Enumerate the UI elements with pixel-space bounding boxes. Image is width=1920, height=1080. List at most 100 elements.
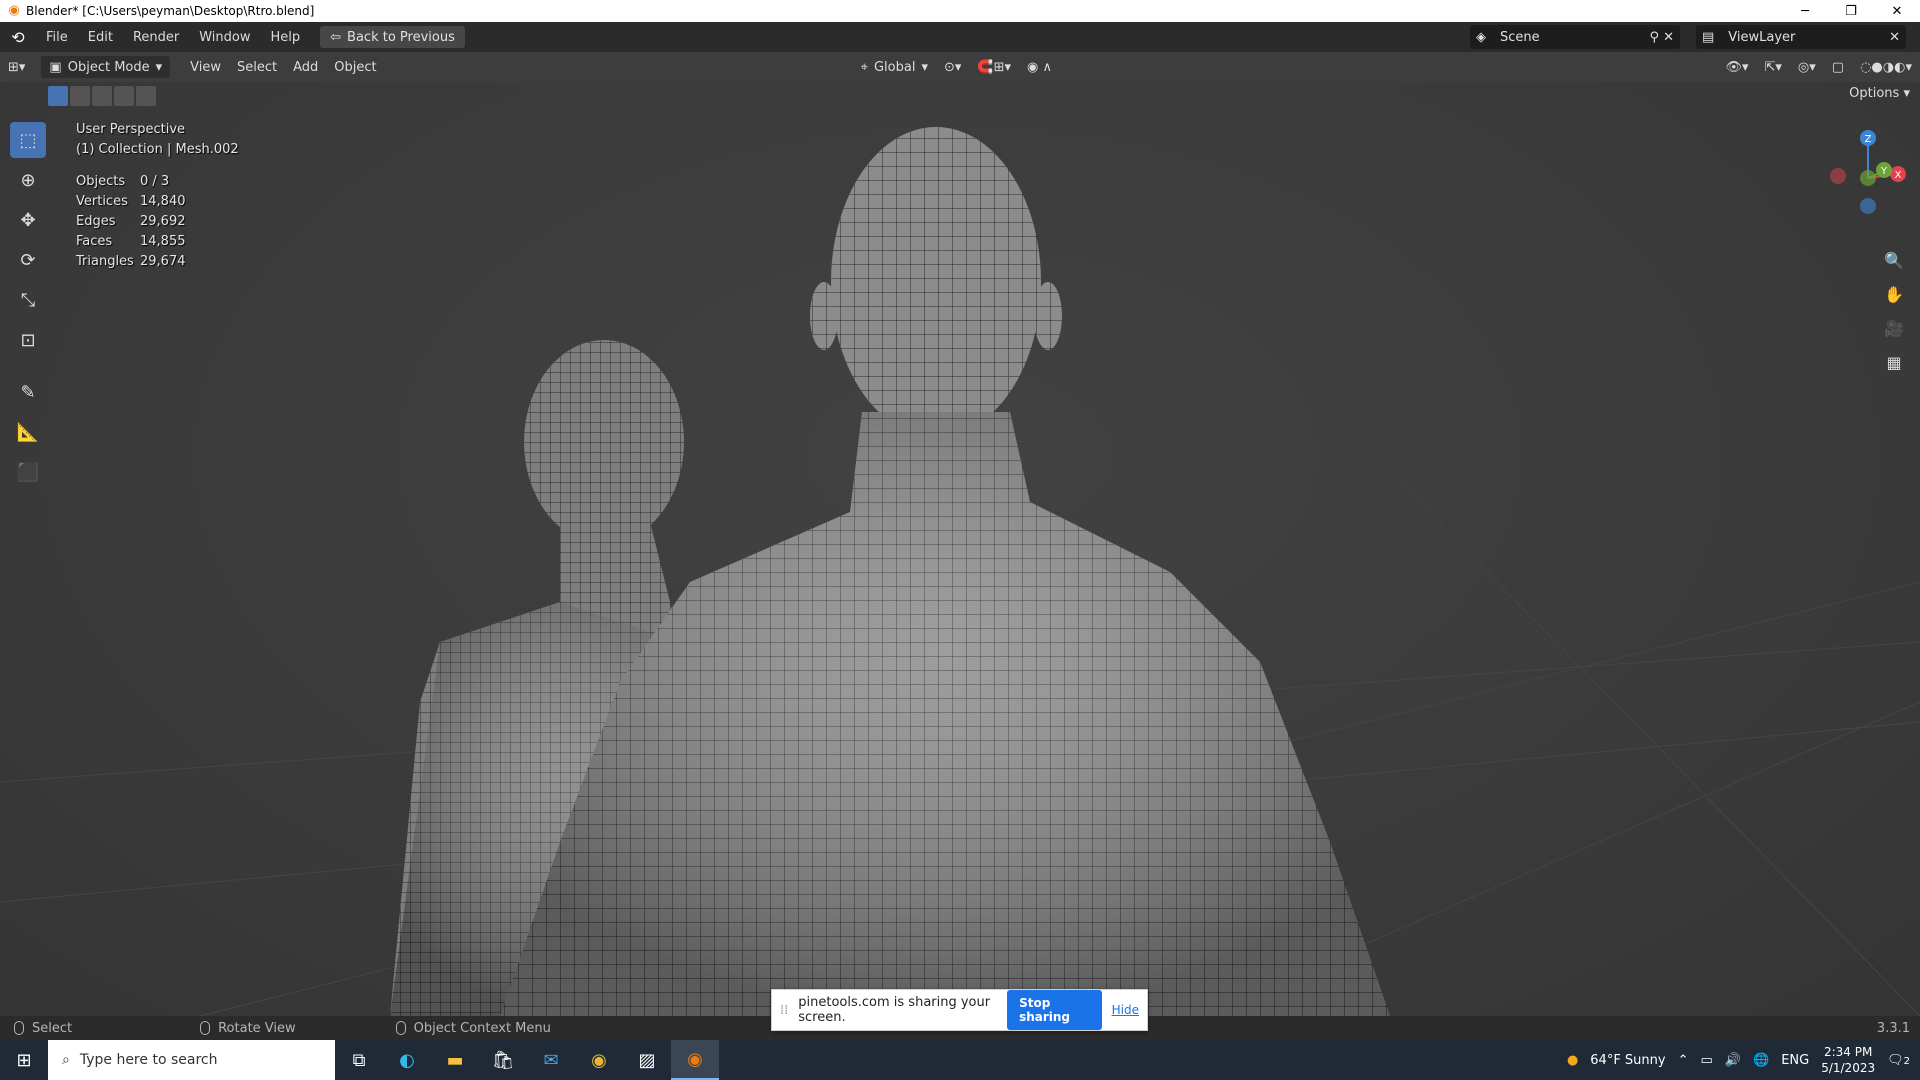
back-to-previous-button[interactable]: ⇦ Back to Previous	[320, 26, 465, 48]
menu-object[interactable]: Object	[326, 56, 384, 78]
screen-share-banner: ⁞⁞ pinetools.com is sharing your screen.…	[771, 989, 1148, 1031]
task-view-icon[interactable]: ⧉	[335, 1040, 383, 1080]
y-axis-label: Y	[1880, 166, 1888, 177]
restore-button[interactable]: ❐	[1828, 0, 1874, 22]
menu-edit[interactable]: Edit	[78, 22, 123, 52]
gizmo-toggle-icon[interactable]: ⇱▾	[1757, 56, 1790, 78]
snap-icon[interactable]: 🧲⊞▾	[969, 56, 1019, 78]
menu-select[interactable]: Select	[229, 56, 285, 78]
menu-window[interactable]: Window	[189, 22, 260, 52]
mode-selector[interactable]: ▣ Object Mode ▾	[41, 56, 171, 78]
stat-value: 0 / 3	[140, 174, 170, 189]
back-label: Back to Previous	[347, 29, 455, 45]
notifications-icon[interactable]: 🗨2	[1887, 1053, 1910, 1068]
menu-help[interactable]: Help	[261, 22, 311, 52]
stop-sharing-button[interactable]: Stop sharing	[1007, 990, 1102, 1030]
close-button[interactable]: ✕	[1874, 0, 1920, 22]
scene-name: Scene	[1500, 29, 1540, 45]
transform-icon[interactable]: ⊡	[10, 322, 46, 358]
zoom-icon[interactable]: 🔍	[1882, 248, 1906, 272]
viewlayer-icon: ▤	[1702, 29, 1715, 45]
pivot-icon[interactable]: ⊙▾	[936, 56, 969, 78]
status-rotate: Rotate View	[200, 1021, 296, 1036]
status-rotate-label: Rotate View	[218, 1020, 296, 1036]
drag-handle-icon[interactable]: ⁞⁞	[780, 1003, 788, 1018]
navigation-gizmo[interactable]: Z X Y	[1810, 122, 1920, 222]
scene-statistics: Objects 0 / 3 Vertices 14,840 Edges 29,692 …	[76, 172, 239, 272]
mouse-right-icon	[395, 1021, 406, 1035]
select-box-icon[interactable]: ⬚	[10, 122, 46, 158]
windows-start-icon[interactable]: ⊞	[0, 1040, 48, 1080]
mail-icon[interactable]: ✉	[527, 1040, 575, 1080]
scale-icon[interactable]: ⤡	[10, 282, 46, 318]
clock-time: 2:34 PM	[1823, 1045, 1873, 1059]
network-icon[interactable]: 🌐	[1753, 1053, 1769, 1068]
pin-icon[interactable]: ⚲ ✕	[1649, 30, 1674, 45]
visibility-icon[interactable]: 👁▾	[1717, 56, 1756, 78]
menu-add[interactable]: Add	[285, 56, 326, 78]
viewlayer-name: ViewLayer	[1728, 29, 1796, 45]
stat-value: 14,855	[140, 234, 186, 249]
stat-value: 14,840	[140, 194, 186, 209]
viewlayer-selector[interactable]: ▤ ViewLayer ✕	[1696, 25, 1906, 49]
rotate-icon[interactable]: ⟳	[10, 242, 46, 278]
blender-taskbar-icon[interactable]: ◉	[671, 1040, 719, 1080]
editor-type-icon[interactable]: ⊞▾	[0, 56, 33, 78]
neg-y-axis-handle	[1860, 170, 1876, 186]
mouse-left-icon	[14, 1021, 24, 1035]
neg-x-axis-handle	[1830, 168, 1846, 184]
share-message: pinetools.com is sharing your screen.	[798, 995, 991, 1025]
close-viewlayer-icon[interactable]: ✕	[1889, 30, 1900, 45]
scene-icon: ◈	[1476, 29, 1486, 45]
cursor-icon[interactable]: ⊕	[10, 162, 46, 198]
taskbar-search[interactable]: ⌕ Type here to search	[48, 1040, 335, 1080]
pan-hand-icon[interactable]: ✋	[1882, 282, 1906, 306]
shading-modes-icon[interactable]: ◌●◑◐▾	[1852, 56, 1920, 78]
weather-text[interactable]: 64°F Sunny	[1590, 1053, 1665, 1068]
edge-icon[interactable]: ◐	[383, 1040, 431, 1080]
perspective-grid-icon[interactable]: ▦	[1882, 350, 1906, 374]
meet-icon[interactable]: ▭	[1701, 1053, 1713, 1068]
minimize-button[interactable]: ─	[1782, 0, 1828, 22]
add-cube-icon[interactable]: ⬛	[10, 454, 46, 490]
scene-selector[interactable]: ◈ Scene ⚲ ✕	[1470, 25, 1680, 49]
viewport-header: ⊞▾ ▣ Object Mode ▾ View Select Add Objec…	[0, 52, 1920, 82]
orientation-icon: ⌖	[860, 59, 868, 75]
system-tray: ● 64°F Sunny ⌃ ▭ 🔊 🌐 ENG 2:34 PM 5/1/202…	[1567, 1044, 1920, 1076]
proportional-edit-icon[interactable]: ◉ ∧	[1019, 56, 1060, 78]
language-indicator[interactable]: ENG	[1781, 1053, 1809, 1068]
file-explorer-icon[interactable]: ▬	[431, 1040, 479, 1080]
blender-logo-icon[interactable]: ⟲	[0, 28, 36, 47]
xray-icon[interactable]: ▢	[1824, 56, 1852, 78]
transform-orientation[interactable]: ⌖ Global ▾	[853, 56, 936, 78]
window-title: Blender* [C:\Users\peyman\Desktop\Rtro.b…	[26, 4, 315, 18]
3d-viewport[interactable]: Options ▾ ⬚ ⊕ ✥ ⟳ ⤡ ⊡ ✎ 📐 ⬛ User Perspec…	[0, 82, 1920, 1016]
move-icon[interactable]: ✥	[10, 202, 46, 238]
status-context: Object Context Menu	[395, 1020, 551, 1036]
hide-link[interactable]: Hide	[1112, 1003, 1139, 1017]
weather-icon: ●	[1566, 1052, 1579, 1068]
store-icon[interactable]: 🛍	[479, 1040, 527, 1080]
chevron-down-icon: ▾	[921, 59, 928, 75]
search-placeholder: Type here to search	[79, 1052, 218, 1068]
orientation-label: Global	[873, 59, 916, 75]
blender-version: 3.3.1	[1876, 1020, 1910, 1036]
annotate-icon[interactable]: ✎	[10, 374, 46, 410]
clock[interactable]: 2:34 PM 5/1/2023	[1821, 1044, 1875, 1076]
mode-label: Object Mode	[67, 59, 150, 75]
stat-value: 29,692	[140, 214, 186, 229]
menu-view[interactable]: View	[182, 56, 229, 78]
status-context-label: Object Context Menu	[413, 1020, 551, 1036]
blender-app-icon: ◉	[8, 3, 20, 18]
collection-name: (1) Collection | Mesh.002	[76, 142, 239, 157]
navigation-controls: 🔍 ✋ 🎥 ▦	[1882, 248, 1906, 374]
menu-file[interactable]: File	[36, 22, 78, 52]
tray-chevron-icon[interactable]: ⌃	[1678, 1053, 1689, 1068]
volume-icon[interactable]: 🔊	[1725, 1053, 1741, 1068]
camera-icon[interactable]: 🎥	[1882, 316, 1906, 340]
overlay-toggle-icon[interactable]: ◎▾	[1790, 56, 1824, 78]
menu-render[interactable]: Render	[123, 22, 189, 52]
measure-icon[interactable]: 📐	[10, 414, 46, 450]
photos-icon[interactable]: ▨	[623, 1040, 671, 1080]
chrome-icon[interactable]: ◉	[575, 1040, 623, 1080]
